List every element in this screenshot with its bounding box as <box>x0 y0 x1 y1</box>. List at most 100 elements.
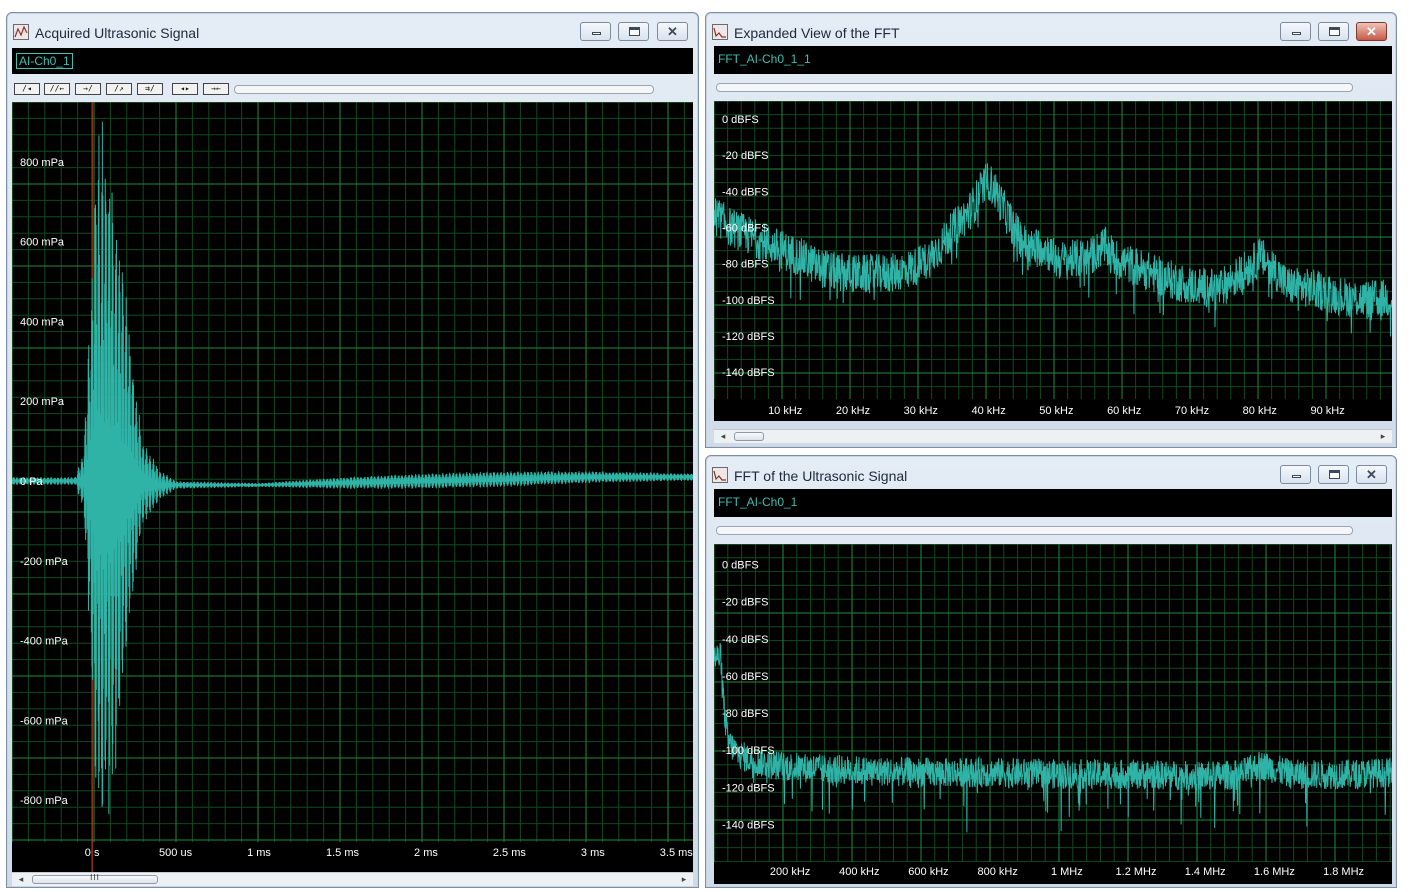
x-tick-label: 800 kHz <box>977 866 1017 878</box>
zoom-tool-button-4[interactable]: /↗ <box>106 83 132 95</box>
y-tick-label: -40 dBFS <box>722 634 768 646</box>
x-tick-label: 20 kHz <box>836 405 870 417</box>
x-tick-label: 3 ms <box>581 847 605 859</box>
zoom-tool-button-6[interactable]: ◂▸ <box>172 83 198 95</box>
zoom-tool-button-1[interactable]: /◂ <box>14 83 40 95</box>
chart-window-icon <box>712 24 728 40</box>
y-tick-label: -60 dBFS <box>722 223 768 235</box>
y-tick-label: 800 mPa <box>20 157 65 169</box>
fft-zoom-slider[interactable] <box>716 526 1353 535</box>
fft-plot[interactable]: 0 dBFS -20 dBFS -40 dBFS -60 dBFS -80 dBFS -1… <box>714 544 1392 884</box>
y-tick-label: 0 dBFS <box>722 559 759 571</box>
close-icon: ✕ <box>1366 24 1377 39</box>
acquired-horizontal-scrollbar[interactable]: ◂ III ▸ <box>12 872 693 886</box>
x-tick-label: 400 kHz <box>839 866 879 878</box>
grid <box>714 544 1392 884</box>
minimize-icon <box>1292 475 1301 478</box>
fft-maximize-button[interactable] <box>1318 465 1349 484</box>
maximize-icon <box>1329 27 1340 36</box>
y-tick-label: 600 mPa <box>20 237 65 249</box>
fft-expanded-trace <box>714 163 1392 337</box>
x-tick-label: 1.5 ms <box>326 847 360 859</box>
y-tick-label: -140 dBFS <box>722 820 775 832</box>
zoom-tool-button-7[interactable]: →← <box>203 83 229 95</box>
zoom-tool-button-5[interactable]: ⇉/ <box>137 83 163 95</box>
y-tick-label: 200 mPa <box>20 396 65 408</box>
y-tick-label: -100 dBFS <box>722 295 775 307</box>
acquired-zoom-slider[interactable] <box>234 85 654 94</box>
expanded-fft-plot[interactable]: 0 dBFS -20 dBFS -40 dBFS -60 dBFS -80 dBFS -1… <box>714 101 1392 421</box>
x-tick-label: 1 ms <box>247 847 271 859</box>
fft-window[interactable]: FFT of the Ultrasonic Signal ✕ FFT_AI-Ch… <box>705 455 1397 888</box>
y-tick-label: -80 dBFS <box>722 708 768 720</box>
scroll-right-arrow-icon[interactable]: ▸ <box>1376 430 1390 443</box>
acquired-window-title: Acquired Ultrasonic Signal <box>35 25 200 41</box>
y-tick-label: -80 dBFS <box>722 259 768 271</box>
scroll-left-arrow-icon[interactable]: ◂ <box>14 873 28 886</box>
acquired-minimize-button[interactable] <box>580 22 611 41</box>
acquired-signal-chart: 800 mPa 600 mPa 400 mPa 200 mPa 0 Pa -200 mPa… <box>12 102 693 872</box>
scroll-right-arrow-icon[interactable]: ▸ <box>677 873 691 886</box>
expanded-zoom-slider[interactable] <box>716 83 1353 92</box>
y-tick-label: -120 dBFS <box>722 331 775 343</box>
expanded-maximize-button[interactable] <box>1318 22 1349 41</box>
scroll-thumb[interactable] <box>734 432 764 441</box>
chart-window-icon <box>712 467 728 483</box>
zoom-tool-button-3[interactable]: →/ <box>75 83 101 95</box>
y-tick-label: -400 mPa <box>20 636 69 648</box>
fft-trace <box>714 643 1392 833</box>
y-tick-label: -800 mPa <box>20 795 69 807</box>
x-tick-label: 500 us <box>159 847 193 859</box>
expanded-minimize-button[interactable] <box>1280 22 1311 41</box>
acquired-close-button[interactable]: ✕ <box>657 22 688 41</box>
fft-channel-bar: FFT_AI-Ch0_1 <box>714 489 1392 517</box>
channel-label[interactable]: FFT_AI-Ch0_1_1 <box>718 52 811 66</box>
x-axis-labels: 200 kHz 400 kHz 600 kHz 800 kHz 1 MHz 1.2 MHz… <box>770 866 1364 878</box>
y-tick-label: 400 mPa <box>20 316 65 328</box>
y-tick-label: -60 dBFS <box>722 671 768 683</box>
x-tick-label: 80 kHz <box>1243 405 1277 417</box>
acquired-channel-bar: AI-Ch0_1 <box>12 48 693 74</box>
x-tick-label: 1.8 MHz <box>1323 866 1364 878</box>
expanded-close-button[interactable]: ✕ <box>1356 22 1387 41</box>
expanded-title-bar[interactable]: Expanded View of the FFT ✕ <box>706 13 1396 45</box>
acquired-signal-plot[interactable]: 800 mPa 600 mPa 400 mPa 200 mPa 0 Pa -200 mPa… <box>12 102 693 872</box>
scroll-left-arrow-icon[interactable]: ◂ <box>716 430 730 443</box>
expanded-channel-bar: FFT_AI-Ch0_1_1 <box>714 46 1392 74</box>
fft-window-title: FFT of the Ultrasonic Signal <box>734 468 908 484</box>
y-tick-label: -100 dBFS <box>722 745 775 757</box>
y-tick-label: -600 mPa <box>20 715 69 727</box>
fft-title-bar[interactable]: FFT of the Ultrasonic Signal ✕ <box>706 456 1396 488</box>
x-tick-label: 1.6 MHz <box>1254 866 1295 878</box>
fft-minimize-button[interactable] <box>1280 465 1311 484</box>
acquired-maximize-button[interactable] <box>618 22 649 41</box>
x-tick-label: 1 MHz <box>1051 866 1083 878</box>
x-tick-label: 200 kHz <box>770 866 810 878</box>
maximize-icon <box>629 27 640 36</box>
y-tick-label: -20 dBFS <box>722 597 768 609</box>
fft-close-button[interactable]: ✕ <box>1356 465 1387 484</box>
signal-trace <box>12 121 693 815</box>
scroll-thumb[interactable]: III <box>32 873 158 884</box>
x-tick-label: 1.4 MHz <box>1185 866 1226 878</box>
x-tick-label: 40 kHz <box>971 405 1005 417</box>
zoom-tool-button-2[interactable]: //← <box>44 83 70 95</box>
expanded-horizontal-scrollbar[interactable]: ◂ ▸ <box>714 429 1392 443</box>
acquired-title-bar[interactable]: Acquired Ultrasonic Signal ✕ <box>7 13 698 45</box>
x-tick-label: 600 kHz <box>908 866 948 878</box>
fft-chart: 0 dBFS -20 dBFS -40 dBFS -60 dBFS -80 dBFS -1… <box>714 544 1392 884</box>
acquired-signal-window[interactable]: Acquired Ultrasonic Signal ✕ AI-Ch0_1 /◂… <box>6 12 699 888</box>
close-icon: ✕ <box>667 24 678 39</box>
x-axis-labels: 10 kHz 20 kHz 30 kHz 40 kHz 50 kHz 60 kHz 70 k… <box>768 405 1345 417</box>
x-tick-label: 2.5 ms <box>493 847 527 859</box>
x-tick-label: 70 kHz <box>1175 405 1209 417</box>
channel-label[interactable]: AI-Ch0_1 <box>16 53 73 69</box>
y-tick-label: 0 dBFS <box>722 114 759 126</box>
channel-label[interactable]: FFT_AI-Ch0_1 <box>718 495 797 509</box>
x-tick-label: 60 kHz <box>1107 405 1141 417</box>
expanded-fft-window[interactable]: Expanded View of the FFT ✕ FFT_AI-Ch0_1_… <box>705 12 1397 448</box>
expanded-window-title: Expanded View of the FFT <box>734 25 900 41</box>
scroll-grip: III <box>90 873 100 882</box>
y-tick-label: -200 mPa <box>20 556 69 568</box>
x-tick-label: 3.5 ms <box>660 847 693 859</box>
